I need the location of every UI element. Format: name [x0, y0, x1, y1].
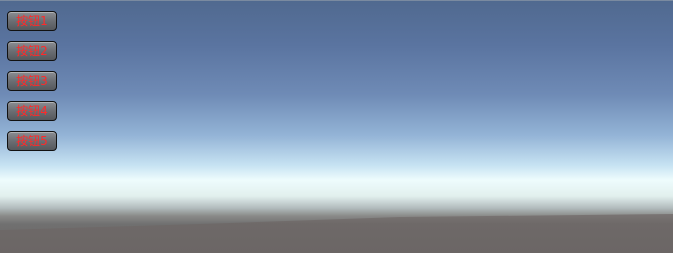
button-1[interactable]: 按钮1 — [7, 11, 57, 31]
viewport-top-border — [0, 0, 673, 1]
button-2[interactable]: 按钮2 — [7, 41, 57, 61]
button-5[interactable]: 按钮5 — [7, 131, 57, 151]
game-viewport: 按钮1 按钮2 按钮3 按钮4 按钮5 — [0, 0, 673, 253]
button-stack: 按钮1 按钮2 按钮3 按钮4 按钮5 — [7, 11, 57, 161]
button-4[interactable]: 按钮4 — [7, 101, 57, 121]
ground-plane — [0, 214, 673, 253]
button-3[interactable]: 按钮3 — [7, 71, 57, 91]
